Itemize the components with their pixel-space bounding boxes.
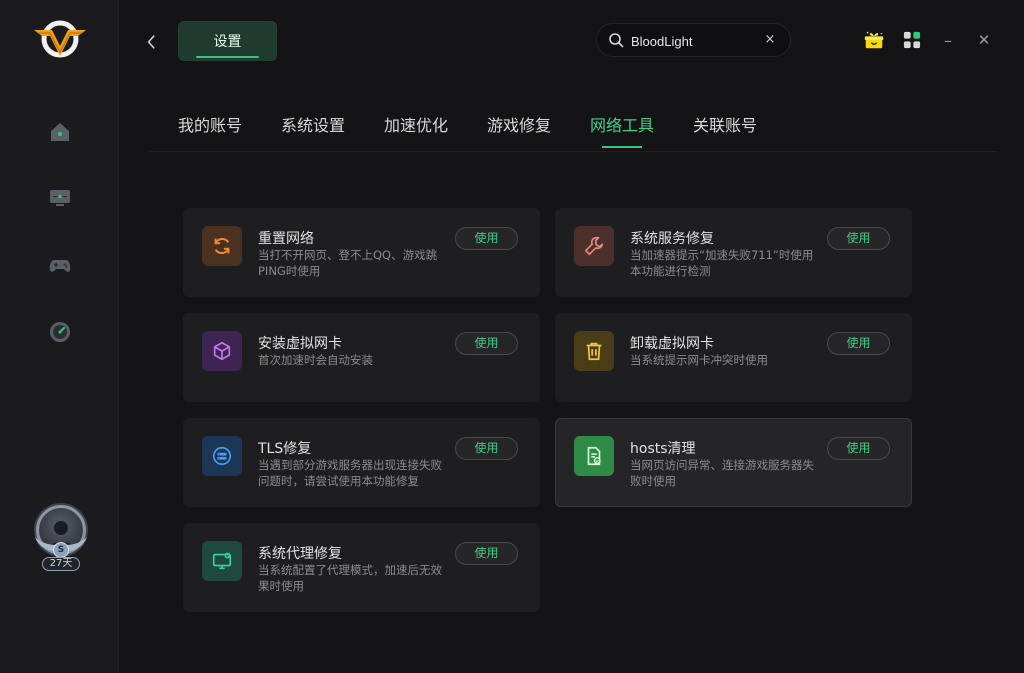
apps-button[interactable] <box>900 28 924 52</box>
tls-icon <box>202 436 242 476</box>
tool-description: 当遇到部分游戏服务器出现连接失败问题时，请尝试使用本功能修复 <box>258 458 442 488</box>
membership-days-left: 27天 <box>42 557 80 571</box>
file-clean-icon <box>574 436 614 476</box>
tab-network-tools[interactable]: 网络工具 <box>590 112 654 136</box>
tab-linked-accounts[interactable]: 关联账号 <box>693 112 757 136</box>
tool-description: 当系统配置了代理模式，加速后无效果时使用 <box>258 563 442 593</box>
tool-card-uninstall-virtual-nic[interactable]: 卸载虚拟网卡 当系统提示网卡冲突时使用 使用 <box>555 313 912 402</box>
gift-button[interactable] <box>862 28 886 52</box>
tool-description: 当网页访问异常、连接游戏服务器失败时使用 <box>630 458 814 488</box>
tool-card-system-service-repair[interactable]: 系统服务修复 当加速器提示“加速失败711”时使用本功能进行检测 使用 <box>555 208 912 297</box>
tool-card-hosts-cleanup[interactable]: hosts清理 当网页访问异常、连接游戏服务器失败时使用 使用 <box>555 418 912 507</box>
trash-icon <box>574 331 614 371</box>
close-button[interactable]: ✕ <box>972 28 996 52</box>
tab-acceleration[interactable]: 加速优化 <box>384 112 448 136</box>
tab-game-repair[interactable]: 游戏修复 <box>487 112 551 136</box>
gamepad-icon <box>49 260 71 272</box>
use-button[interactable]: 使用 <box>455 542 518 565</box>
sidebar-item-games[interactable] <box>46 251 74 279</box>
use-button[interactable]: 使用 <box>455 332 518 355</box>
user-profile[interactable]: S 27天 <box>33 505 89 575</box>
back-button[interactable] <box>141 30 161 54</box>
tool-description: 首次加速时会自动安装 <box>258 353 373 367</box>
tool-title: hosts清理 <box>630 441 696 457</box>
use-button[interactable]: 使用 <box>827 227 890 250</box>
grid-icon <box>903 31 921 49</box>
search-input[interactable] <box>631 31 761 51</box>
tool-title: 重置网络 <box>258 231 314 247</box>
active-tab-indicator <box>602 146 642 148</box>
minimize-button[interactable]: – <box>936 28 960 52</box>
tool-title: 系统服务修复 <box>630 231 714 247</box>
search-box[interactable]: × <box>596 23 791 57</box>
vip-badge: S <box>53 542 69 558</box>
use-button[interactable]: 使用 <box>455 227 518 250</box>
tool-title: TLS修复 <box>258 441 312 457</box>
use-button[interactable]: 使用 <box>455 437 518 460</box>
chevron-left-icon <box>147 35 155 49</box>
speedometer-icon <box>50 322 70 342</box>
sidebar-item-speed[interactable] <box>46 318 74 346</box>
tool-card-install-virtual-nic[interactable]: 安装虚拟网卡 首次加速时会自动安装 使用 <box>183 313 540 402</box>
tool-description: 当打不开网页、登不上QQ、游戏跳PING时使用 <box>258 248 438 278</box>
gift-box-icon <box>864 31 884 49</box>
tool-card-system-proxy-repair[interactable]: 系统代理修复 当系统配置了代理模式，加速后无效果时使用 使用 <box>183 523 540 612</box>
sidebar-item-accelerator[interactable] <box>46 184 74 212</box>
page-title: 设置 <box>213 34 242 50</box>
tool-title: 安装虚拟网卡 <box>258 336 342 352</box>
tool-description: 当加速器提示“加速失败711”时使用本功能进行检测 <box>630 248 814 278</box>
monitor-repair-icon <box>202 541 242 581</box>
tool-title: 系统代理修复 <box>258 546 342 562</box>
tab-my-account[interactable]: 我的账号 <box>178 112 242 136</box>
clear-search-button[interactable]: × <box>762 32 778 48</box>
wrench-icon <box>574 226 614 266</box>
app-logo-icon <box>32 16 88 62</box>
tool-card-tls-repair[interactable]: TLS修复 当遇到部分游戏服务器出现连接失败问题时，请尝试使用本功能修复 使用 <box>183 418 540 507</box>
tool-card-reset-network[interactable]: 重置网络 当打不开网页、登不上QQ、游戏跳PING时使用 使用 <box>183 208 540 297</box>
tool-description: 当系统提示网卡冲突时使用 <box>630 353 768 367</box>
use-button[interactable]: 使用 <box>827 437 890 460</box>
monitor-icon <box>50 190 70 206</box>
tab-system-settings[interactable]: 系统设置 <box>281 112 345 136</box>
search-icon <box>609 33 624 48</box>
tabs-divider <box>148 151 998 152</box>
refresh-icon <box>202 226 242 266</box>
sidebar: S 27天 <box>0 0 119 673</box>
home-icon <box>51 123 69 141</box>
page-title-tab[interactable]: 设置 <box>178 21 277 61</box>
cube-icon <box>202 331 242 371</box>
sidebar-item-home[interactable] <box>46 118 74 146</box>
tool-title: 卸载虚拟网卡 <box>630 336 714 352</box>
use-button[interactable]: 使用 <box>827 332 890 355</box>
